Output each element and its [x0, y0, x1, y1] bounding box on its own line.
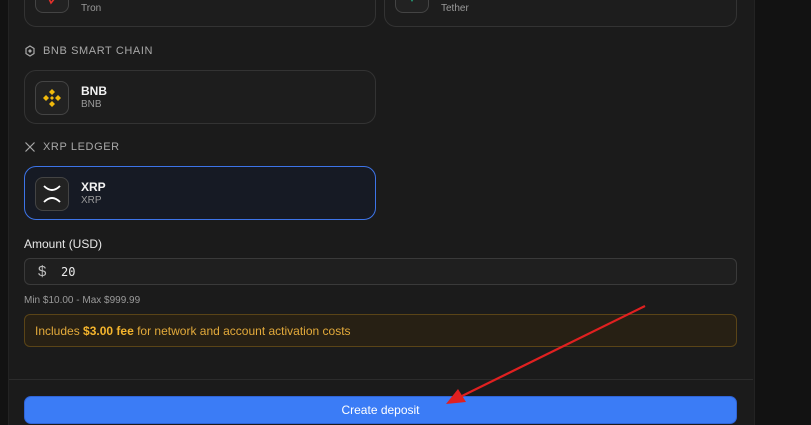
tron-icon	[35, 0, 69, 13]
section-title: XRP LEDGER	[43, 141, 120, 153]
fee-amount: $3.00 fee	[83, 324, 134, 338]
create-deposit-button[interactable]: Create deposit	[24, 396, 737, 424]
fee-prefix: Includes	[35, 324, 84, 338]
bnb-icon	[35, 81, 69, 115]
section-bnb-smart-chain: BNB SMART CHAIN	[24, 45, 153, 57]
amount-value[interactable]: 20	[61, 265, 75, 279]
bnb-chain-icon	[25, 45, 35, 57]
fee-suffix: for network and account activation costs	[133, 324, 351, 338]
tether-icon	[395, 0, 429, 13]
section-title: BNB SMART CHAIN	[43, 45, 154, 57]
amount-label: Amount (USD)	[24, 237, 103, 251]
section-xrp-ledger: XRP LEDGER	[24, 141, 120, 153]
divider	[9, 379, 753, 380]
coin-card-tron[interactable]: Tron	[24, 0, 376, 27]
coin-card-tether[interactable]: Tether	[384, 0, 737, 27]
coin-card-bnb[interactable]: BNB BNB	[24, 70, 376, 124]
amount-input[interactable]: $ 20	[24, 258, 737, 285]
xrp-icon	[35, 177, 69, 211]
amount-limits: Min $10.00 - Max $999.99	[24, 295, 141, 306]
coin-sub: BNB	[81, 99, 102, 110]
coin-sub: XRP	[81, 195, 102, 206]
dollar-icon: $	[38, 263, 47, 280]
xrp-ledger-icon	[25, 142, 35, 152]
coin-name: BNB	[81, 84, 107, 98]
fee-notice: Includes $3.00 fee for network and accou…	[24, 314, 737, 347]
coin-card-xrp[interactable]: XRP XRP	[24, 166, 376, 220]
coin-sub-tether: Tether	[441, 3, 469, 14]
coin-sub-tron: Tron	[81, 3, 102, 14]
coin-name: XRP	[81, 180, 106, 194]
